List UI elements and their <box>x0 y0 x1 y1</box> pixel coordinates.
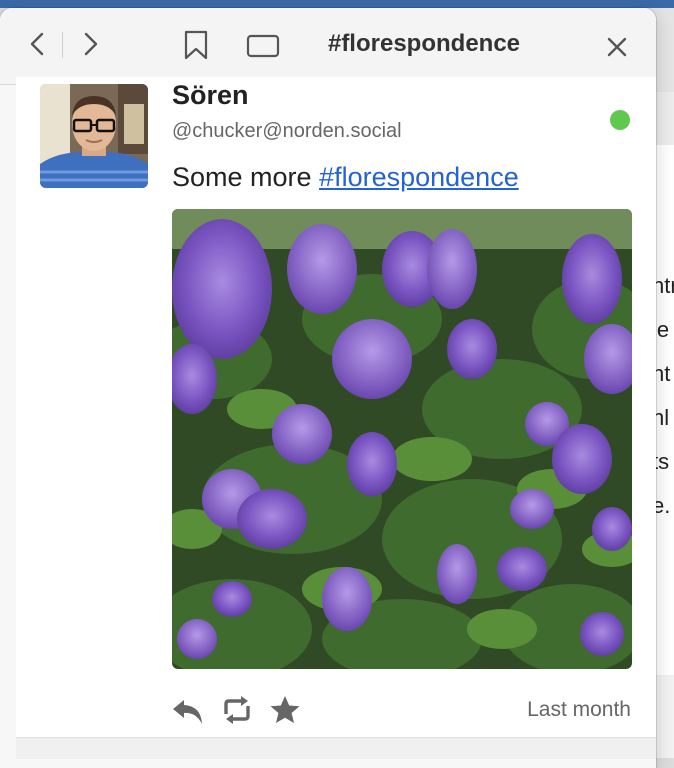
back-icon[interactable] <box>26 30 50 58</box>
forward-icon[interactable] <box>78 30 102 58</box>
post-timestamp[interactable]: Last month <box>480 698 631 722</box>
bookmark-icon[interactable] <box>182 30 210 60</box>
author-name[interactable]: Sören <box>172 80 249 111</box>
hashtag-link[interactable]: #florespondence <box>319 162 519 192</box>
toolbar-separator <box>62 32 63 58</box>
next-post-edge <box>16 737 656 759</box>
author-handle[interactable]: @chucker@norden.social <box>172 120 402 143</box>
online-status-indicator <box>610 110 630 130</box>
popover-title: #florespondence <box>327 30 521 57</box>
close-icon[interactable] <box>604 34 630 60</box>
post-text-prefix: Some more <box>172 162 320 192</box>
reply-icon[interactable] <box>170 694 204 726</box>
post-image-lilacs[interactable] <box>172 209 632 669</box>
star-icon[interactable] <box>268 694 302 726</box>
window-icon[interactable] <box>246 34 280 58</box>
post-text: Some more #florespondence <box>172 162 519 193</box>
boost-icon[interactable] <box>220 694 254 726</box>
avatar[interactable] <box>40 84 148 188</box>
desktop-background <box>0 0 674 8</box>
popover-toolbar: #florespondence <box>0 8 656 85</box>
